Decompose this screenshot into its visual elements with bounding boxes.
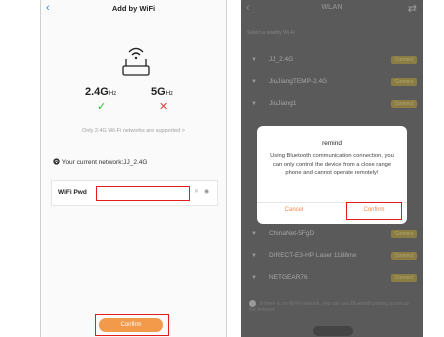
connect-button[interactable]: Connect [391,230,417,238]
connect-button[interactable]: Connect [391,56,417,64]
wifi-list-item[interactable]: ▼ JJ_2.4G Connect [241,52,423,70]
confirm-button[interactable]: Confirm [99,318,163,332]
wifi-signal-icon: ▼ [251,253,257,259]
refresh-icon[interactable]: ⇄ [408,2,417,15]
wifi-password-label: WiFi Pwd [58,189,87,196]
bluetooth-tip: If there is no Wi-Fi network, you can us… [249,300,417,313]
wifi-signal-icon: ▼ [251,101,257,107]
dialog-message: Using Bluetooth communication connection… [270,153,394,176]
wifi-name: NETGEAR76 [269,274,308,281]
clear-icon[interactable]: ✕ [194,188,199,195]
band-2-4ghz: 2.4GHz [85,86,117,98]
wifi-icon [53,158,60,165]
cross-icon: ✕ [159,101,169,113]
supported-networks-note[interactable]: Only 2.4G Wi-Fi networks are supported > [41,128,226,134]
wifi-list-item[interactable]: ▼ JiuJiangTEMP-2.4G Connect [241,74,423,92]
wlan-screen: ‹ WLAN ⇄ Select a nearby Wi-Fi ▼ JJ_2.4G… [241,0,423,337]
bluetooth-tip-text: If there is no Wi-Fi network, you can us… [249,300,409,313]
router-icon [122,47,150,76]
connect-button[interactable]: Connect [391,100,417,108]
wifi-list-item[interactable]: ▼ ChinaNet-5FgD Connect [241,226,423,244]
wifi-name: JiuJiangTEMP-2.4G [269,78,328,85]
add-by-wifi-screen: ‹ Add by WiFi 2.4GHz 5GHz ✓ ✕ Only 2.4G … [40,0,227,337]
page-title: Add by WiFi [111,4,156,13]
wifi-list-item[interactable]: ▼ NETGEAR76 Connect [241,270,423,288]
dialog-confirm-button[interactable]: Confirm [346,207,402,213]
dialog-title: remind [322,140,342,147]
wifi-name: JiuJiang1 [269,100,297,107]
dialog-cancel-button[interactable]: Cancel [257,207,331,213]
wifi-signal-icon: ▼ [251,57,257,63]
connect-button[interactable]: Connect [391,274,417,282]
wifi-signal-icon: ▼ [251,231,257,237]
current-network-label: Your current network:JJ_2.4G [61,159,148,166]
remind-dialog: remind Using Bluetooth communication con… [257,126,407,224]
connect-button[interactable]: Connect [391,252,417,260]
wifi-list-item[interactable]: ▼ JiuJiang1 Connect [241,96,423,114]
eye-icon[interactable]: ◉ [204,188,209,195]
wifi-name: ChinaNet-5FgD [269,230,315,237]
wifi-name: JJ_2.4G [269,56,294,63]
section-label: Select a nearby Wi-Fi [247,30,295,36]
wifi-list-item[interactable]: ▼ DIRECT-E3-HP Laser 1188nw Connect [241,248,423,266]
wifi-name: DIRECT-E3-HP Laser 1188nw [269,252,357,259]
wifi-signal-icon: ▼ [251,275,257,281]
band-5ghz: 5GHz [151,86,174,98]
connect-button[interactable]: Connect [391,78,417,86]
current-network: Your current network:JJ_2.4G [53,158,147,166]
wifi-password-row: WiFi Pwd ✕ ◉ [51,180,218,206]
page-title: WLAN [321,4,343,11]
bluetooth-button[interactable] [313,326,353,336]
check-icon: ✓ [97,101,107,113]
wifi-password-input[interactable] [96,186,190,201]
info-icon [249,300,256,307]
wifi-signal-icon: ▼ [251,79,257,85]
